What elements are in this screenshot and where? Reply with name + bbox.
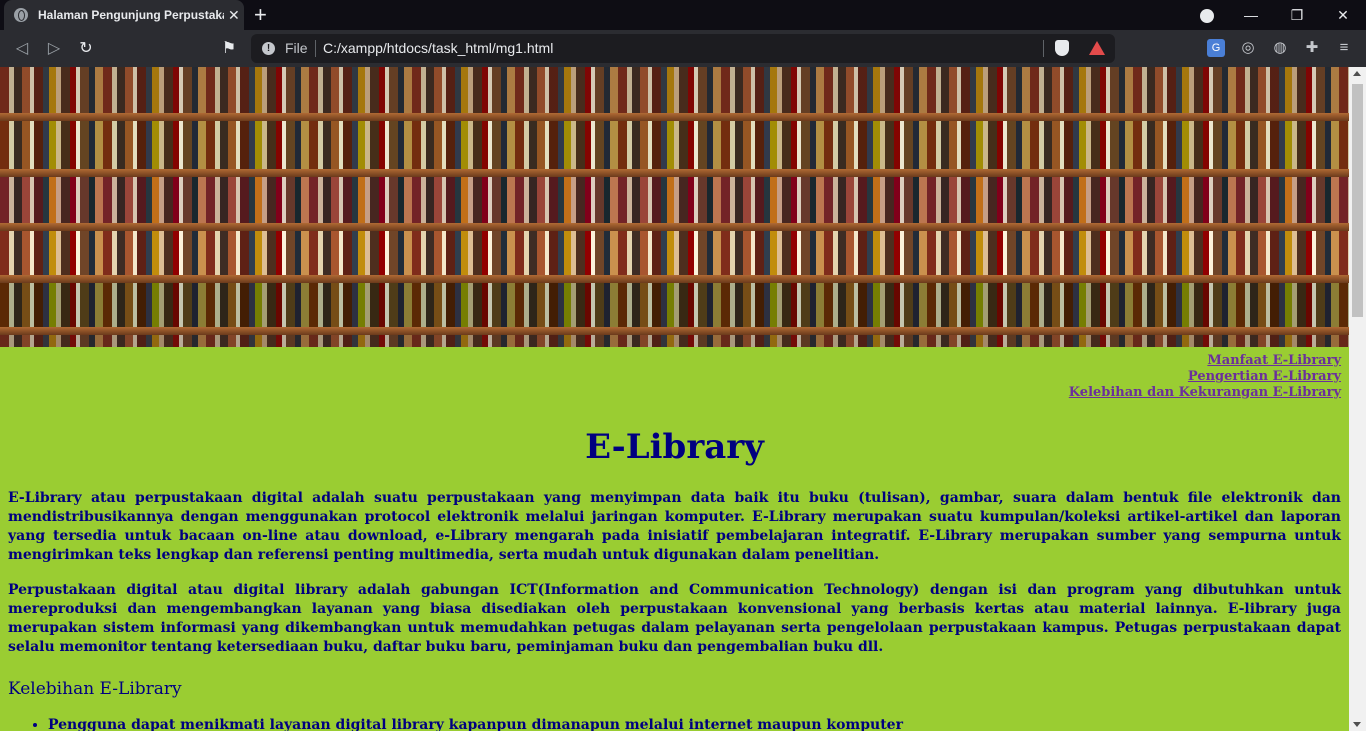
tab-bar: Halaman Pengunjung Perpustakaan ✕ + — ❐ … [0,0,1366,30]
bookshelf-row [0,283,1349,327]
extension-icon[interactable]: ◎ [1239,39,1257,57]
browser-toolbar: ◁ ▷ ↻ ⚑ ! File C:/xampp/htdocs/task_html… [0,30,1366,67]
bookshelf-row [0,121,1349,169]
brave-shield-icon[interactable] [1055,40,1069,56]
reload-button[interactable]: ↻ [74,37,98,61]
shelf-plank [0,223,1349,231]
link-manfaat[interactable]: Manfaat E-Library [8,353,1341,369]
divider [1043,40,1044,57]
scroll-up-arrow-icon[interactable] [1353,71,1361,76]
tab-title: Halaman Pengunjung Perpustakaan [38,8,224,22]
translate-icon[interactable]: G [1207,39,1225,57]
bookshelf-row [0,177,1349,223]
shelf-plank [0,275,1349,283]
link-pengertian[interactable]: Pengertian E-Library [8,369,1341,385]
link-kelebihan-kekurangan[interactable]: Kelebihan dan Kekurangan E-Library [8,385,1341,401]
info-icon[interactable]: ! [262,42,275,55]
section-heading: Kelebihan E-Library [8,679,182,699]
list-item: Pengguna dapat menikmati layanan digital… [48,717,1341,731]
minimize-button[interactable]: — [1228,0,1274,30]
close-tab-icon[interactable]: ✕ [228,7,240,24]
nav-links: Manfaat E-Library Pengertian E-Library K… [8,353,1341,401]
page-title: E-Library [585,427,764,467]
library-banner-image [0,67,1349,347]
chevron-down-icon [1200,9,1214,24]
shelf-plank [0,327,1349,335]
bookshelf-row [0,335,1349,347]
page-viewport: Manfaat E-Library Pengertian E-Library K… [0,67,1349,731]
scroll-down-arrow-icon[interactable] [1353,722,1361,727]
bookshelf-row [0,231,1349,275]
vertical-scrollbar[interactable] [1349,67,1366,731]
browser-tab[interactable]: Halaman Pengunjung Perpustakaan ✕ [4,0,244,30]
divider [315,40,316,57]
globe-icon [14,8,28,22]
forward-button[interactable]: ▷ [42,37,66,61]
advantages-list: Pengguna dapat menikmati layanan digital… [8,717,1341,731]
bookshelf-row [0,67,1349,113]
globe-icon[interactable]: ◍ [1271,39,1289,57]
paragraph: Perpustakaan digital atau digital librar… [8,582,1341,655]
menu-icon[interactable]: ≡ [1335,39,1353,57]
back-button[interactable]: ◁ [10,37,34,61]
maximize-button[interactable]: ❐ [1274,0,1320,30]
brave-rewards-icon[interactable] [1089,41,1105,55]
puzzle-icon[interactable]: ✚ [1303,39,1321,57]
close-window-button[interactable]: ✕ [1320,0,1366,30]
paragraph: E-Library atau perpustakaan digital adal… [8,490,1341,563]
file-label: File [285,40,308,56]
shelf-plank [0,113,1349,121]
main-content: Manfaat E-Library Pengertian E-Library K… [8,347,1341,731]
url-text[interactable]: C:/xampp/htdocs/task_html/mg1.html [323,40,553,56]
shelf-plank [0,169,1349,177]
address-bar[interactable]: ! File C:/xampp/htdocs/task_html/mg1.htm… [251,34,1115,63]
tab-search-button[interactable] [1184,0,1230,30]
bookmark-icon[interactable]: ⚑ [217,37,241,61]
new-tab-button[interactable]: + [254,2,267,28]
scrollbar-thumb[interactable] [1352,84,1363,317]
